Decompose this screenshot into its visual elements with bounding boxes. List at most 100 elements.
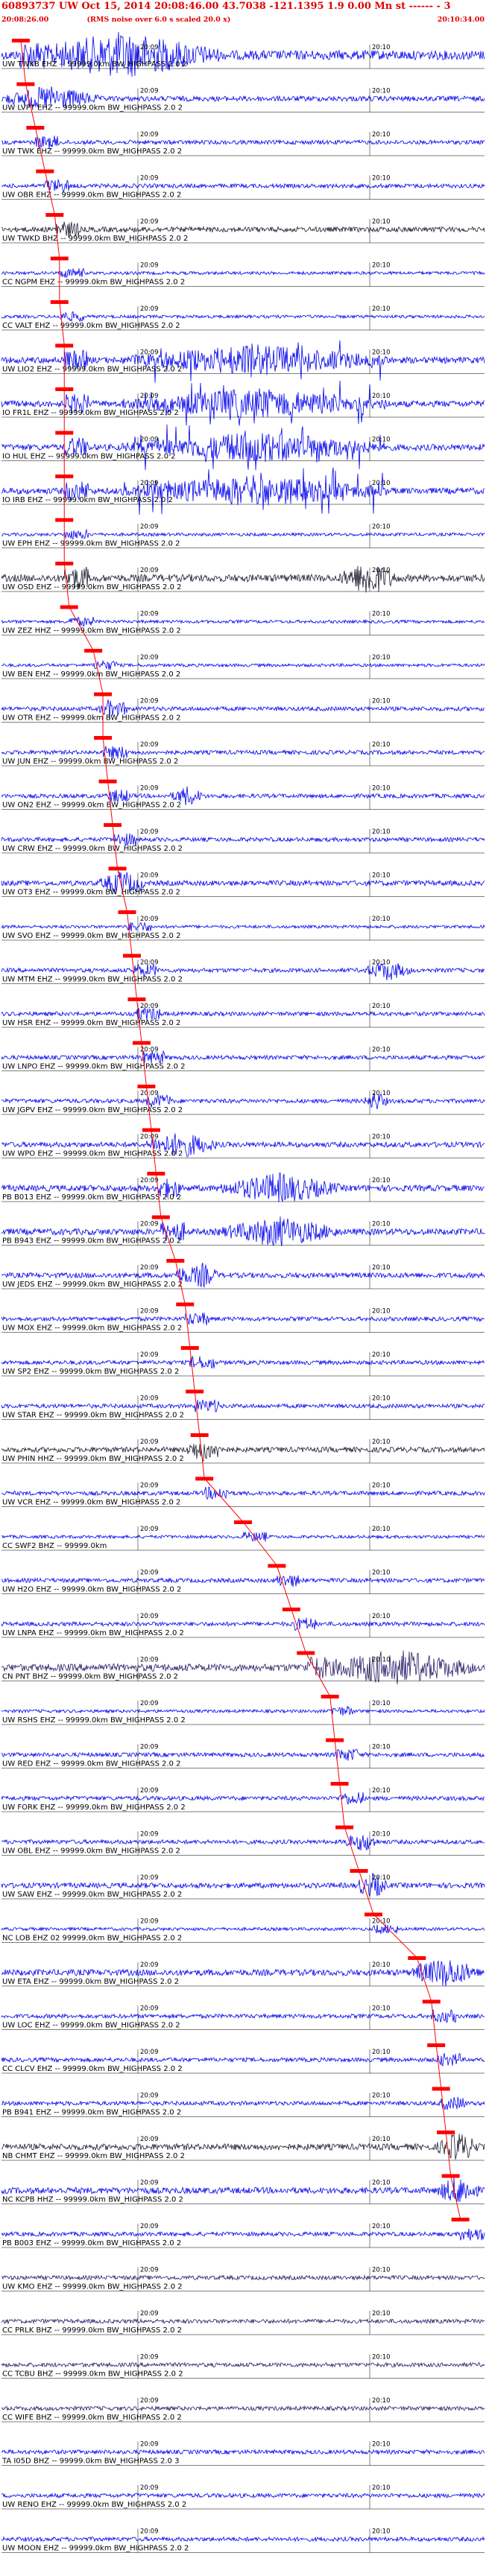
minute-tick-label: 20:09 (140, 1177, 159, 1184)
station-label: UW TWKD BHZ -- 99999.0km BW_HIGHPASS 2.0… (2, 235, 188, 243)
waveform-trace (1, 1399, 485, 1412)
station-label: UW H2O EHZ -- 99999.0km BW_HIGHPASS 2.0 … (2, 1586, 181, 1594)
minute-tick-label: 20:10 (372, 828, 391, 836)
station-label: UW SP2 EHZ -- 99999.0km BW_HIGHPASS 2.0 … (2, 1368, 179, 1376)
waveform-trace (1, 2009, 485, 2023)
station-label: UW LIO2 EHZ -- 99999.0km BW_HIGHPASS 2.0… (2, 366, 182, 374)
station-label: PB B941 EHZ -- 99999.0km BW_HIGHPASS 2.0… (2, 2109, 181, 2117)
station-label: UW KMO EHZ -- 99999.0km BW_HIGHPASS 2.0 … (2, 2283, 183, 2291)
waveform-trace (1, 528, 485, 539)
minute-tick-label: 20:10 (372, 1134, 391, 1141)
waveform-trace (1, 178, 485, 194)
station-label: UW RSHS EHZ -- 99999.0km BW_HIGHPASS 2.0… (2, 1716, 186, 1725)
station-label: NC KCPB HHZ -- 99999.0km BW_HIGHPASS 2.0… (2, 2196, 183, 2204)
minute-tick-label: 20:09 (140, 1221, 159, 1228)
station-label: UW STAR EHZ -- 99999.0km BW_HIGHPASS 2.0… (2, 1412, 184, 1420)
end-time: 20:10:34.00 (437, 16, 485, 24)
minute-tick-label: 20:09 (140, 1482, 159, 1490)
station-label: UW OBR EHZ -- 99999.0km BW_HIGHPASS 2.0 … (2, 191, 181, 200)
minute-tick-label: 20:10 (372, 1700, 391, 1707)
minute-tick-label: 20:10 (372, 2397, 391, 2405)
station-label: PB B003 EHZ -- 99999.0km BW_HIGHPASS 2.0… (2, 2239, 181, 2247)
waveform-trace (1, 921, 485, 932)
station-label: IO IRB EHZ -- 99999.0km BW_HIGHPASS 2.0 … (2, 496, 173, 504)
minute-tick-label: 20:09 (140, 2528, 159, 2536)
waveform-trace (1, 1007, 485, 1021)
minute-tick-label: 20:10 (372, 175, 391, 183)
station-label: UW ON2 EHZ -- 99999.0km BW_HIGHPASS 2.0 … (2, 802, 181, 810)
minute-tick-label: 20:10 (372, 1613, 391, 1620)
minute-tick-label: 20:09 (140, 480, 159, 487)
minute-tick-label: 20:09 (140, 828, 159, 836)
waveform-trace (1, 2492, 485, 2499)
station-label: UW LOC EHZ -- 99999.0km BW_HIGHPASS 2.0 … (2, 2022, 180, 2030)
moveout-line (441, 2088, 447, 2133)
minute-tick-label: 20:09 (140, 1090, 159, 1097)
minute-tick-label: 20:10 (372, 2136, 391, 2143)
minute-tick-label: 20:09 (140, 1787, 159, 1795)
minute-tick-label: 20:10 (372, 2049, 391, 2056)
minute-tick-label: 20:09 (140, 393, 159, 400)
minute-tick-label: 20:09 (140, 1570, 159, 1577)
minute-tick-label: 20:09 (140, 1003, 159, 1010)
minute-tick-label: 20:10 (372, 393, 391, 400)
waveform-trace (1, 2274, 485, 2281)
station-label: CC NGPM EHZ -- 99999.0km BW_HIGHPASS 2.0… (2, 279, 185, 287)
station-label: UW ZEZ HHZ -- 99999.0km BW_HIGHPASS 2.0 … (2, 627, 181, 635)
minute-tick-label: 20:09 (140, 1134, 159, 1141)
minute-tick-label: 20:09 (140, 741, 159, 749)
scaling-note: (RMS noise over 6.0 s scaled 20.0 x) (86, 16, 231, 24)
minute-tick-label: 20:09 (140, 2441, 159, 2449)
station-label: UW WPO EHZ -- 99999.0km BW_HIGHPASS 2.0 … (2, 1150, 183, 1158)
station-label: UW OBL EHZ -- 99999.0km BW_HIGHPASS 2.0 … (2, 1847, 180, 1856)
station-label: UW BEN EHZ -- 99999.0km BW_HIGHPASS 2.0 … (2, 670, 180, 679)
minute-tick-label: 20:09 (140, 524, 159, 531)
minute-tick-label: 20:09 (140, 567, 159, 574)
minute-tick-label: 20:09 (140, 1613, 159, 1620)
minute-tick-label: 20:10 (372, 2528, 391, 2536)
station-label: UW TWKB EHZ -- 99999.0km BW_HIGHPASS 2.0… (2, 60, 187, 69)
station-label: PB B943 EHZ -- 99999.0km BW_HIGHPASS 2.0… (2, 1237, 181, 1246)
minute-tick-label: 20:10 (372, 1395, 391, 1403)
station-label: IO FR1L EHZ -- 99999.0km BW_HIGHPASS 2.0… (2, 409, 179, 417)
minute-tick-label: 20:10 (372, 654, 391, 662)
minute-tick-label: 20:10 (372, 1482, 391, 1490)
minute-tick-label: 20:09 (140, 1395, 159, 1403)
moveout-line (194, 1391, 201, 1435)
minute-tick-label: 20:10 (372, 1526, 391, 1533)
station-label: UW RED EHZ -- 99999.0km BW_HIGHPASS 2.0 … (2, 1760, 181, 1768)
minute-tick-label: 20:09 (140, 1874, 159, 1882)
minute-tick-label: 20:10 (372, 2267, 391, 2274)
moveout-line (305, 1652, 331, 1697)
waveform-trace (1, 1356, 485, 1369)
station-label: UW MTM EHZ -- 99999.0km BW_HIGHPASS 2.0 … (2, 976, 183, 984)
moveout-line (189, 1347, 195, 1392)
station-label: UW JUN EHZ -- 99999.0km BW_HIGHPASS 2.0 … (2, 758, 178, 766)
time-range-line: 20:08:26.00 (RMS noise over 6.0 s scaled… (1, 16, 230, 24)
waveform-trace (1, 1486, 485, 1500)
waveform-trace (1, 380, 485, 426)
station-label: UW OSD EHZ -- 99999.0km BW_HIGHPASS 2.0 … (2, 583, 182, 591)
minute-tick-label: 20:09 (140, 1308, 159, 1316)
station-label: TA I05D BHZ -- 99999.0km BW_HIGHPASS 2.0… (1, 2458, 179, 2466)
station-label: UW SVO EHZ -- 99999.0km BW_HIGHPASS 2.0 … (2, 932, 180, 940)
minute-tick-label: 20:09 (140, 305, 159, 313)
minute-tick-label: 20:09 (140, 1351, 159, 1359)
seismogram-panel: 20:09 20:10 UW TWKB EHZ -- 99999.0km BW_HI… (1, 31, 485, 2553)
event-summary: 60893737 UW Oct 15, 2014 20:08:46.00 43.… (1, 1, 451, 12)
minute-tick-label: 20:10 (372, 1570, 391, 1577)
station-label: UW JEDS EHZ -- 99999.0km BW_HIGHPASS 2.0… (2, 1281, 183, 1289)
minute-tick-label: 20:09 (140, 1526, 159, 1533)
station-label: UW JGPV EHZ -- 99999.0km BW_HIGHPASS 2.0… (2, 1106, 183, 1114)
station-label: CC WIFE BHZ -- 99999.0km BW_HIGHPASS 2.0… (2, 2414, 182, 2422)
minute-tick-label: 20:09 (140, 1961, 159, 1969)
waveform-trace (1, 1792, 485, 1805)
waveform-trace (1, 2361, 485, 2368)
minute-tick-label: 20:09 (140, 2049, 159, 2056)
moveout-line (416, 1957, 432, 2002)
station-label: UW SAW EHZ -- 99999.0km BW_HIGHPASS 2.0 … (2, 1891, 182, 1899)
station-label: CC TCBU BHZ -- 99999.0km BW_HIGHPASS 2.0… (2, 2370, 183, 2379)
moveout-line (344, 1827, 359, 1871)
station-label: UW LNPA EHZ -- 99999.0km BW_HIGHPASS 2.0… (2, 1629, 184, 1637)
station-label: UW LNPO EHZ -- 99999.0km BW_HIGHPASS 2.0… (2, 1063, 186, 1071)
